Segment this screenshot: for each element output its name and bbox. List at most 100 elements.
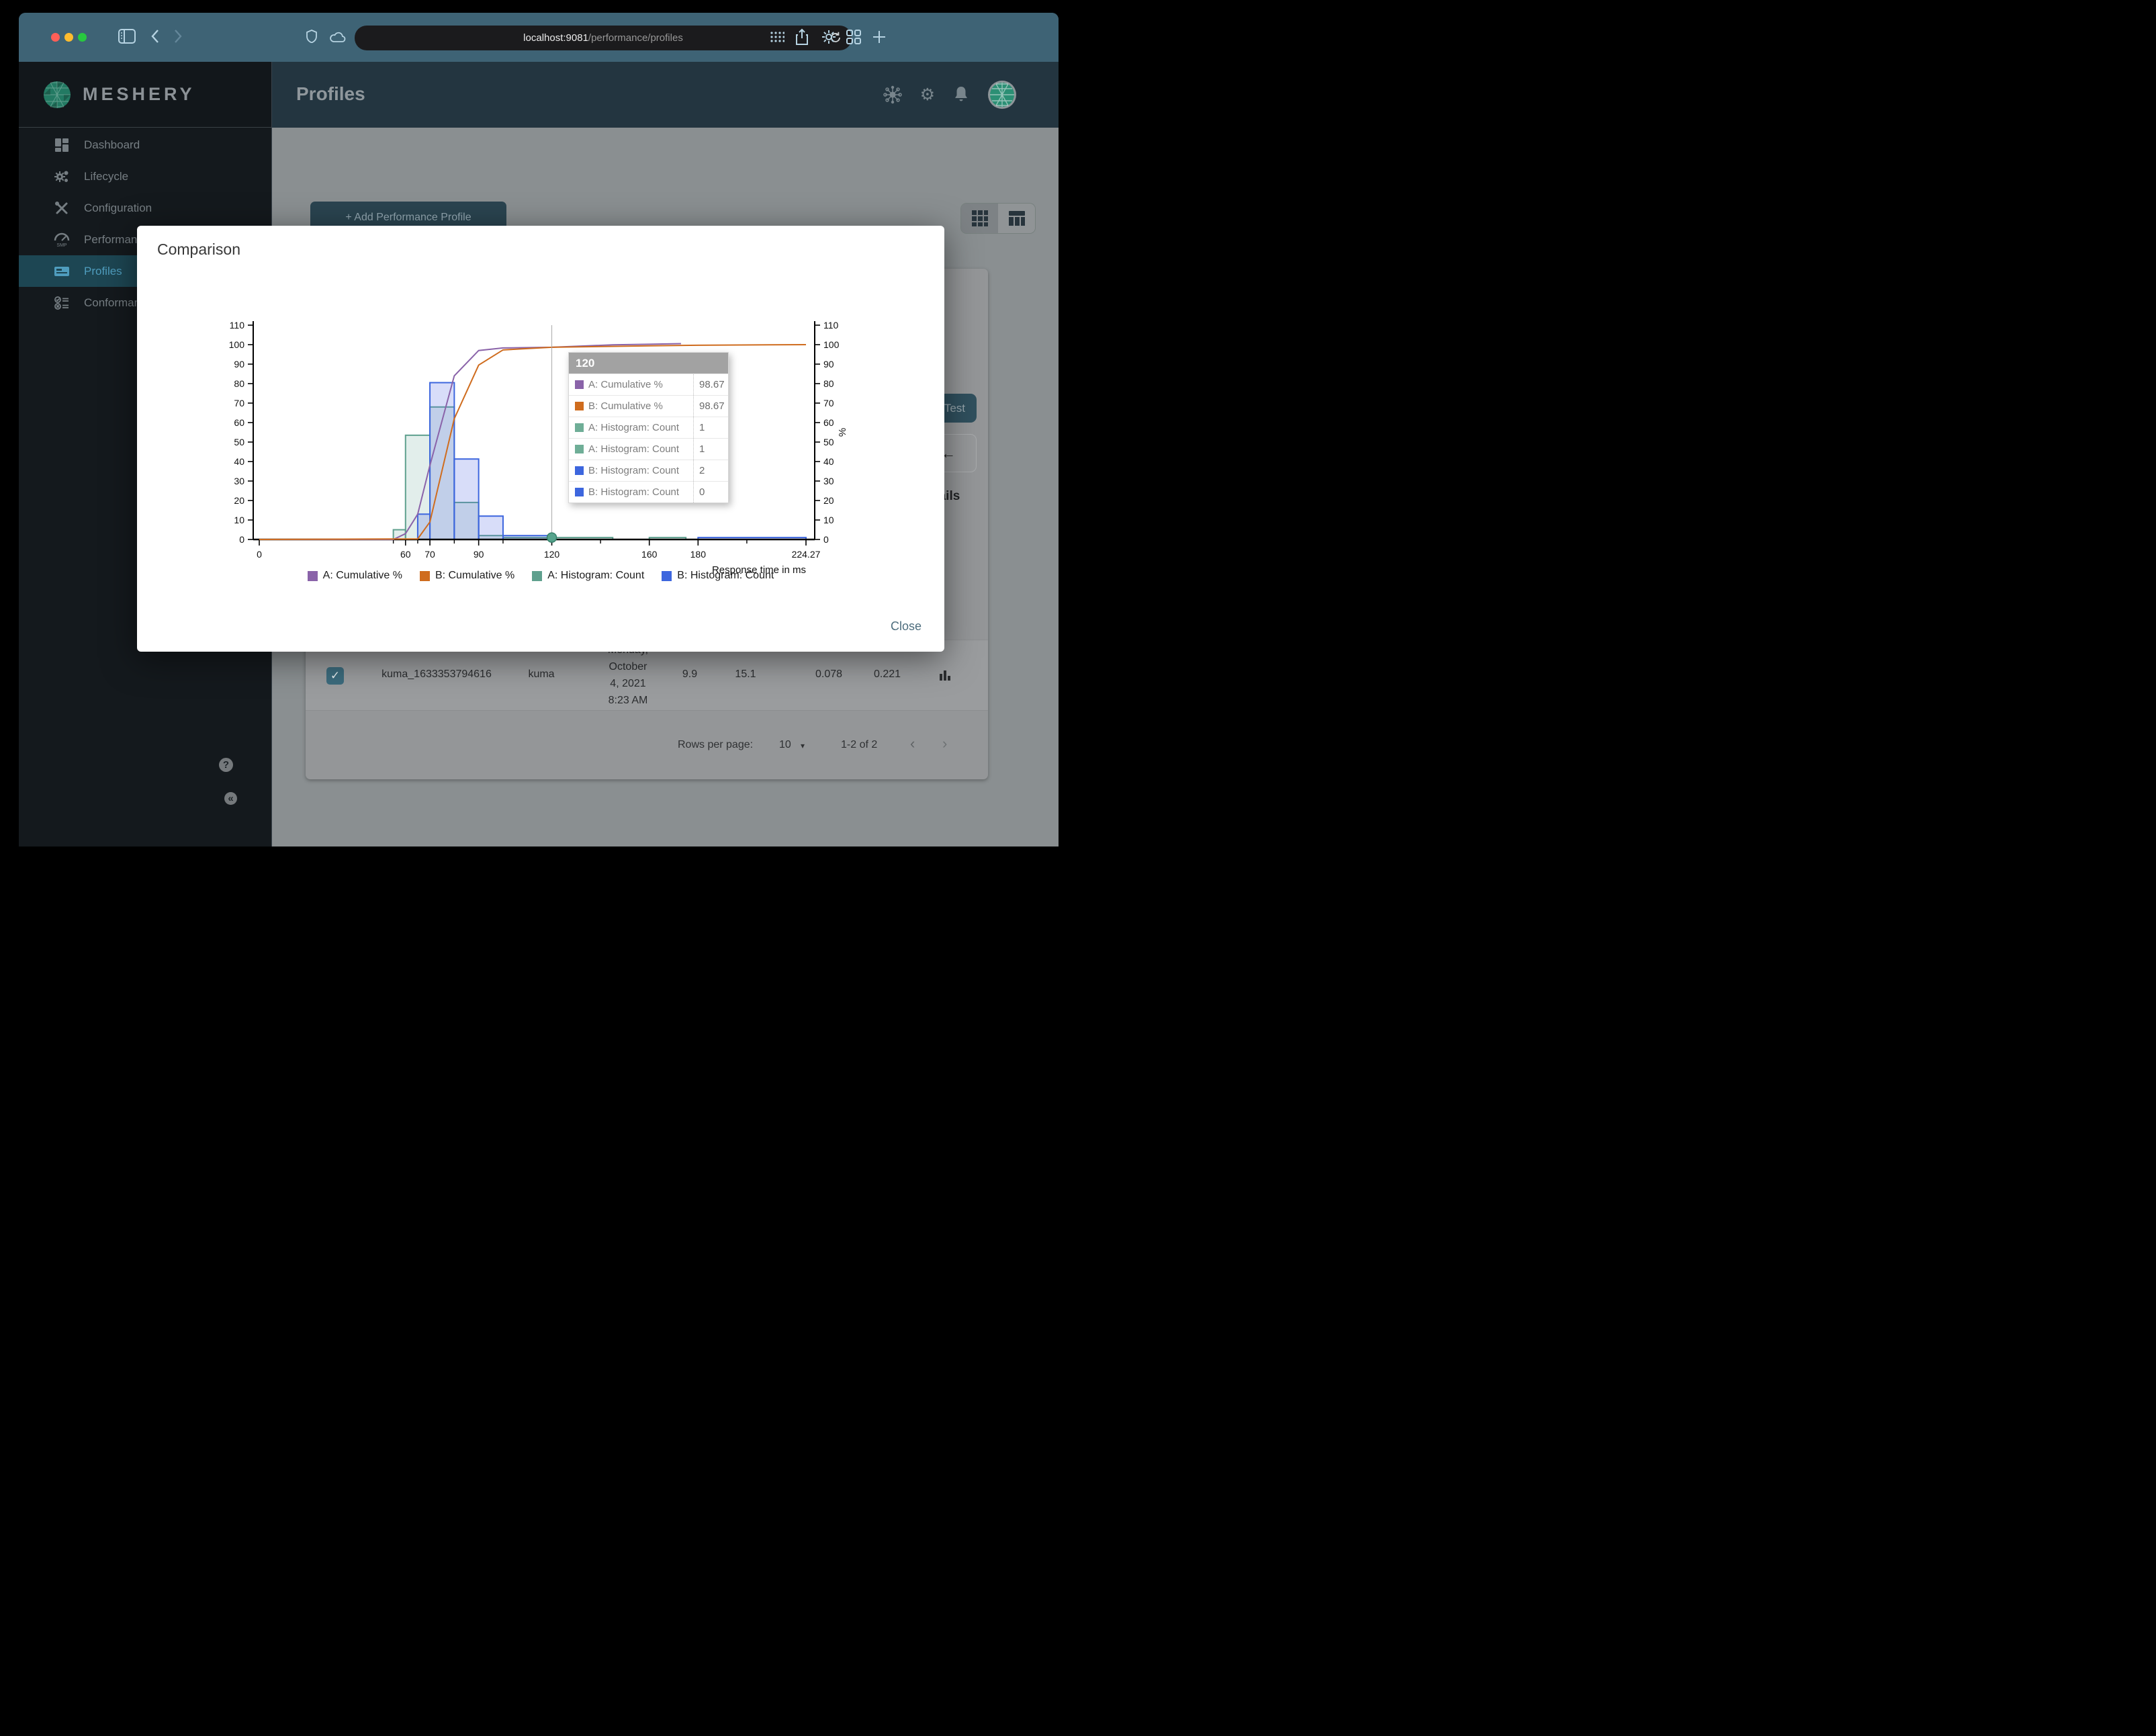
svg-text:120: 120: [544, 549, 560, 560]
new-tab-icon[interactable]: [872, 30, 887, 44]
svg-text:180: 180: [690, 549, 707, 560]
tooltip-row: A: Histogram: Count 1: [569, 438, 728, 460]
row-qps: 9.9: [682, 668, 698, 680]
tab-overview-icon[interactable]: [846, 30, 861, 44]
page-title: Profiles: [296, 83, 365, 104]
shield-icon[interactable]: [306, 30, 317, 43]
tooltip-row: B: Histogram: Count 0: [569, 481, 728, 503]
svg-text:70: 70: [424, 549, 435, 560]
app-header: Profiles ⚙: [272, 62, 1059, 128]
sidebar-item-label: Configuration: [84, 201, 152, 214]
svg-text:70: 70: [234, 398, 244, 408]
row-p99: 0.221: [873, 668, 901, 680]
tooltip-row: A: Cumulative % 98.67: [569, 374, 728, 395]
avatar[interactable]: [987, 80, 1017, 110]
svg-text:20: 20: [234, 495, 244, 506]
svg-text:110: 110: [230, 320, 245, 331]
chart-tooltip: 120 A: Cumulative % 98.67 B: Cumulative %…: [568, 352, 729, 503]
close-modal-button[interactable]: Close: [887, 619, 926, 634]
svg-text:100: 100: [823, 339, 840, 350]
logo-wordmark: MESHERY: [83, 84, 195, 104]
legend-item[interactable]: B: Histogram: Count: [662, 570, 774, 582]
table-view-button[interactable]: [998, 204, 1035, 233]
row-chart-icon[interactable]: [938, 668, 952, 682]
svg-text:10: 10: [234, 515, 244, 525]
screenshot-stage: localhost:9081/performance/profiles MESH…: [0, 0, 1078, 868]
minimize-window-button[interactable]: [64, 33, 73, 42]
legend-item[interactable]: A: Histogram: Count: [532, 570, 644, 582]
service-mesh-hub-icon[interactable]: [883, 85, 902, 104]
series-swatch: [575, 402, 584, 410]
rows-per-page-select[interactable]: 10: [779, 739, 791, 751]
sidebar-toggle-icon[interactable]: [118, 29, 136, 44]
svg-text:0: 0: [239, 534, 244, 545]
svg-text:160: 160: [641, 549, 658, 560]
svg-text:SMP: SMP: [56, 243, 67, 247]
pagination-range: 1-2 of 2: [841, 739, 878, 750]
settings-gear-icon[interactable]: [821, 29, 837, 45]
svg-text:70: 70: [823, 398, 834, 408]
sidebar-item-configuration[interactable]: Configuration: [19, 192, 271, 224]
legend-swatch: [662, 570, 672, 581]
legend-item[interactable]: A: Cumulative %: [307, 570, 402, 582]
svg-text:60: 60: [400, 549, 411, 560]
profiles-icon: [54, 263, 70, 279]
sidebar-item-dashboard[interactable]: Dashboard: [19, 129, 271, 161]
cloud-icon[interactable]: [329, 31, 347, 43]
sidebar-item-lifecycle[interactable]: Lifecycle: [19, 161, 271, 192]
dropdown-caret-icon[interactable]: ▾: [801, 741, 805, 750]
previous-page-icon[interactable]: ‹: [910, 735, 915, 752]
help-button[interactable]: ?: [219, 758, 233, 772]
legend-swatch: [307, 570, 318, 581]
sidebar-item-label: Lifecycle: [84, 169, 129, 183]
collapse-sidebar-button[interactable]: «: [224, 792, 237, 805]
legend-swatch: [419, 570, 430, 581]
svg-text:224.27: 224.27: [792, 549, 821, 560]
lifecycle-icon: [54, 169, 70, 185]
share-icon[interactable]: [795, 28, 809, 46]
row-date: Monday, October 4, 2021 8:23 AM: [608, 644, 648, 706]
svg-text:110: 110: [823, 320, 839, 331]
forward-icon[interactable]: [173, 29, 183, 44]
svg-text:%: %: [837, 428, 848, 437]
series-swatch: [575, 488, 584, 496]
svg-text:100: 100: [229, 339, 245, 350]
view-toggle-group: [960, 203, 1036, 234]
svg-text:90: 90: [823, 359, 834, 370]
svg-text:60: 60: [823, 417, 834, 428]
chart-legend: A: Cumulative % B: Cumulative % A: Histo…: [137, 570, 944, 582]
next-page-icon[interactable]: ›: [942, 735, 947, 752]
legend-item[interactable]: B: Cumulative %: [419, 570, 514, 582]
sidebar-item-label: Dashboard: [84, 138, 140, 151]
comparison-modal: Comparison 0 0 10 10 20 20 30 30 40 40 50 50 60 60 70 7…: [137, 226, 944, 652]
svg-text:50: 50: [823, 437, 834, 447]
svg-text:60: 60: [234, 417, 244, 428]
tab-groups-icon[interactable]: [770, 31, 784, 43]
table-view-icon: [1008, 211, 1025, 226]
pagination: Rows per page: 10 ▾ 1-2 of 2 ‹ ›: [306, 726, 988, 766]
tooltip-title: 120: [569, 353, 728, 374]
series-swatch: [575, 445, 584, 453]
sidebar-item-label: Profiles: [84, 264, 122, 277]
zoom-window-button[interactable]: [78, 33, 87, 42]
grid-view-icon: [971, 210, 988, 226]
svg-text:30: 30: [823, 476, 834, 486]
svg-text:0: 0: [823, 534, 829, 545]
close-window-button[interactable]: [51, 33, 60, 42]
row-duration: 15.1: [735, 668, 756, 680]
row-checkbox[interactable]: ✓: [326, 667, 344, 685]
dashboard-icon: [54, 137, 70, 153]
svg-text:90: 90: [234, 359, 244, 370]
svg-text:30: 30: [234, 476, 244, 486]
settings-icon[interactable]: ⚙: [920, 86, 935, 103]
url-host: localhost:9081: [523, 32, 588, 44]
svg-text:90: 90: [474, 549, 484, 560]
row-name: kuma_1633353794616: [381, 668, 492, 680]
tooltip-row: B: Histogram: Count 2: [569, 460, 728, 481]
svg-text:0: 0: [257, 549, 262, 560]
logo-row[interactable]: MESHERY: [19, 62, 271, 128]
grid-view-button[interactable]: [961, 204, 998, 233]
comparison-chart[interactable]: 0 0 10 10 20 20 30 30 40 40 50 50 60 60 70 70 80 80 90 90 10…: [137, 226, 944, 652]
notifications-bell-icon[interactable]: [953, 85, 969, 104]
back-icon[interactable]: [150, 29, 160, 44]
